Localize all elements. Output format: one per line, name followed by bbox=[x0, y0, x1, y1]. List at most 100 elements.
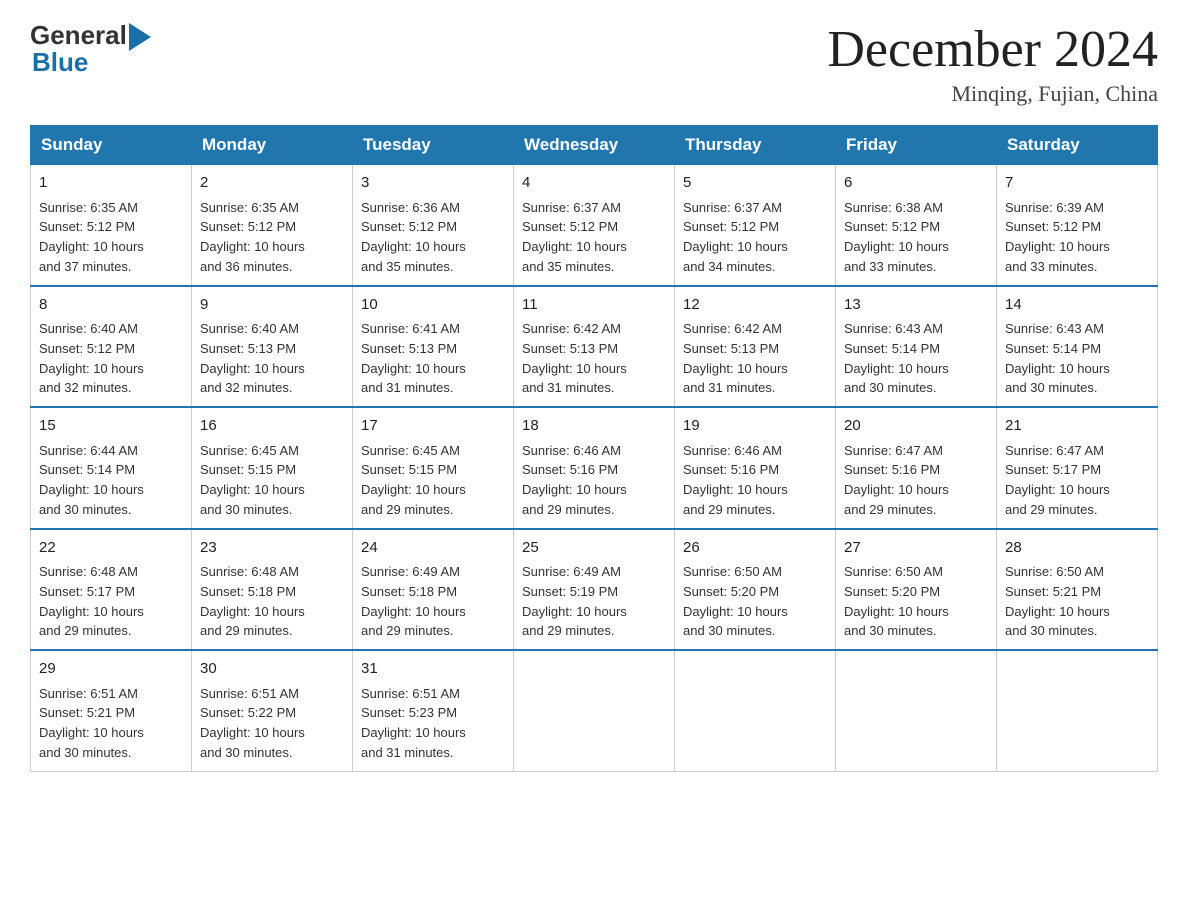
table-row: 13Sunrise: 6:43 AMSunset: 5:14 PMDayligh… bbox=[836, 286, 997, 408]
day-number: 13 bbox=[844, 294, 988, 317]
day-info: Sunrise: 6:49 AMSunset: 5:18 PMDaylight:… bbox=[361, 562, 505, 641]
day-number: 1 bbox=[39, 172, 183, 195]
table-row: 15Sunrise: 6:44 AMSunset: 5:14 PMDayligh… bbox=[31, 407, 192, 529]
day-info: Sunrise: 6:46 AMSunset: 5:16 PMDaylight:… bbox=[522, 441, 666, 520]
day-info: Sunrise: 6:39 AMSunset: 5:12 PMDaylight:… bbox=[1005, 198, 1149, 277]
day-number: 7 bbox=[1005, 172, 1149, 195]
table-row: 22Sunrise: 6:48 AMSunset: 5:17 PMDayligh… bbox=[31, 529, 192, 651]
day-info: Sunrise: 6:36 AMSunset: 5:12 PMDaylight:… bbox=[361, 198, 505, 277]
calendar-week-row: 29Sunrise: 6:51 AMSunset: 5:21 PMDayligh… bbox=[31, 650, 1158, 771]
table-row: 26Sunrise: 6:50 AMSunset: 5:20 PMDayligh… bbox=[675, 529, 836, 651]
day-info: Sunrise: 6:44 AMSunset: 5:14 PMDaylight:… bbox=[39, 441, 183, 520]
table-row: 21 Sunrise: 6:47 AMSunset: 5:17 PMDayligh… bbox=[997, 407, 1158, 529]
day-number: 26 bbox=[683, 537, 827, 560]
calendar-week-row: 1 Sunrise: 6:35 AMSunset: 5:12 PMDaylight… bbox=[31, 164, 1158, 286]
day-number: 21 bbox=[1005, 415, 1149, 438]
table-row: 29Sunrise: 6:51 AMSunset: 5:21 PMDayligh… bbox=[31, 650, 192, 771]
day-number: 27 bbox=[844, 537, 988, 560]
day-number: 8 bbox=[39, 294, 183, 317]
day-info: Sunrise: 6:35 AMSunset: 5:12 PMDaylight:… bbox=[200, 198, 344, 277]
col-saturday: Saturday bbox=[997, 126, 1158, 165]
day-number: 28 bbox=[1005, 537, 1149, 560]
day-info: Sunrise: 6:48 AMSunset: 5:17 PMDaylight:… bbox=[39, 562, 183, 641]
day-info: Sunrise: 6:43 AMSunset: 5:14 PMDaylight:… bbox=[844, 319, 988, 398]
calendar-week-row: 22Sunrise: 6:48 AMSunset: 5:17 PMDayligh… bbox=[31, 529, 1158, 651]
table-row: 10Sunrise: 6:41 AMSunset: 5:13 PMDayligh… bbox=[353, 286, 514, 408]
day-number: 18 bbox=[522, 415, 666, 438]
table-row: 27Sunrise: 6:50 AMSunset: 5:20 PMDayligh… bbox=[836, 529, 997, 651]
day-number: 12 bbox=[683, 294, 827, 317]
day-number: 20 bbox=[844, 415, 988, 438]
table-row: 30Sunrise: 6:51 AMSunset: 5:22 PMDayligh… bbox=[192, 650, 353, 771]
day-info: Sunrise: 6:35 AMSunset: 5:12 PMDaylight:… bbox=[39, 198, 183, 277]
table-row bbox=[997, 650, 1158, 771]
table-row bbox=[514, 650, 675, 771]
day-info: Sunrise: 6:45 AMSunset: 5:15 PMDaylight:… bbox=[361, 441, 505, 520]
table-row: 8Sunrise: 6:40 AMSunset: 5:12 PMDaylight… bbox=[31, 286, 192, 408]
col-sunday: Sunday bbox=[31, 126, 192, 165]
table-row: 6 Sunrise: 6:38 AMSunset: 5:12 PMDaylight… bbox=[836, 164, 997, 286]
col-friday: Friday bbox=[836, 126, 997, 165]
location-subtitle: Minqing, Fujian, China bbox=[827, 81, 1158, 107]
day-number: 2 bbox=[200, 172, 344, 195]
table-row: 3 Sunrise: 6:36 AMSunset: 5:12 PMDaylight… bbox=[353, 164, 514, 286]
table-row bbox=[836, 650, 997, 771]
table-row: 19 Sunrise: 6:46 AMSunset: 5:16 PMDayligh… bbox=[675, 407, 836, 529]
col-tuesday: Tuesday bbox=[353, 126, 514, 165]
calendar-table: Sunday Monday Tuesday Wednesday Thursday… bbox=[30, 125, 1158, 772]
day-number: 9 bbox=[200, 294, 344, 317]
logo-triangle-icon bbox=[129, 23, 151, 51]
day-number: 4 bbox=[522, 172, 666, 195]
day-info: Sunrise: 6:43 AMSunset: 5:14 PMDaylight:… bbox=[1005, 319, 1149, 398]
day-info: Sunrise: 6:37 AMSunset: 5:12 PMDaylight:… bbox=[683, 198, 827, 277]
day-number: 16 bbox=[200, 415, 344, 438]
day-info: Sunrise: 6:50 AMSunset: 5:20 PMDaylight:… bbox=[683, 562, 827, 641]
table-row: 4 Sunrise: 6:37 AMSunset: 5:12 PMDaylight… bbox=[514, 164, 675, 286]
day-info: Sunrise: 6:38 AMSunset: 5:12 PMDaylight:… bbox=[844, 198, 988, 277]
title-section: December 2024 Minqing, Fujian, China bbox=[827, 20, 1158, 107]
logo: General Blue bbox=[30, 20, 151, 78]
day-number: 3 bbox=[361, 172, 505, 195]
col-wednesday: Wednesday bbox=[514, 126, 675, 165]
day-number: 17 bbox=[361, 415, 505, 438]
table-row: 5Sunrise: 6:37 AMSunset: 5:12 PMDaylight… bbox=[675, 164, 836, 286]
month-title: December 2024 bbox=[827, 20, 1158, 79]
day-info: Sunrise: 6:48 AMSunset: 5:18 PMDaylight:… bbox=[200, 562, 344, 641]
table-row: 28Sunrise: 6:50 AMSunset: 5:21 PMDayligh… bbox=[997, 529, 1158, 651]
day-number: 24 bbox=[361, 537, 505, 560]
day-info: Sunrise: 6:51 AMSunset: 5:23 PMDaylight:… bbox=[361, 684, 505, 763]
table-row: 11Sunrise: 6:42 AMSunset: 5:13 PMDayligh… bbox=[514, 286, 675, 408]
day-number: 23 bbox=[200, 537, 344, 560]
day-info: Sunrise: 6:49 AMSunset: 5:19 PMDaylight:… bbox=[522, 562, 666, 641]
table-row: 24Sunrise: 6:49 AMSunset: 5:18 PMDayligh… bbox=[353, 529, 514, 651]
day-number: 25 bbox=[522, 537, 666, 560]
table-row: 14Sunrise: 6:43 AMSunset: 5:14 PMDayligh… bbox=[997, 286, 1158, 408]
day-info: Sunrise: 6:45 AMSunset: 5:15 PMDaylight:… bbox=[200, 441, 344, 520]
table-row: 2 Sunrise: 6:35 AMSunset: 5:12 PMDaylight… bbox=[192, 164, 353, 286]
table-row: 1 Sunrise: 6:35 AMSunset: 5:12 PMDaylight… bbox=[31, 164, 192, 286]
table-row: 31Sunrise: 6:51 AMSunset: 5:23 PMDayligh… bbox=[353, 650, 514, 771]
table-row: 25Sunrise: 6:49 AMSunset: 5:19 PMDayligh… bbox=[514, 529, 675, 651]
table-row: 23Sunrise: 6:48 AMSunset: 5:18 PMDayligh… bbox=[192, 529, 353, 651]
day-number: 19 bbox=[683, 415, 827, 438]
logo-blue-text: Blue bbox=[32, 47, 88, 78]
day-info: Sunrise: 6:47 AMSunset: 5:17 PMDaylight:… bbox=[1005, 441, 1149, 520]
day-info: Sunrise: 6:40 AMSunset: 5:13 PMDaylight:… bbox=[200, 319, 344, 398]
day-info: Sunrise: 6:50 AMSunset: 5:21 PMDaylight:… bbox=[1005, 562, 1149, 641]
calendar-header-row: Sunday Monday Tuesday Wednesday Thursday… bbox=[31, 126, 1158, 165]
day-number: 14 bbox=[1005, 294, 1149, 317]
day-info: Sunrise: 6:40 AMSunset: 5:12 PMDaylight:… bbox=[39, 319, 183, 398]
day-info: Sunrise: 6:42 AMSunset: 5:13 PMDaylight:… bbox=[683, 319, 827, 398]
day-info: Sunrise: 6:47 AMSunset: 5:16 PMDaylight:… bbox=[844, 441, 988, 520]
day-number: 10 bbox=[361, 294, 505, 317]
table-row: 7 Sunrise: 6:39 AMSunset: 5:12 PMDaylight… bbox=[997, 164, 1158, 286]
day-number: 22 bbox=[39, 537, 183, 560]
table-row: 12Sunrise: 6:42 AMSunset: 5:13 PMDayligh… bbox=[675, 286, 836, 408]
day-info: Sunrise: 6:41 AMSunset: 5:13 PMDaylight:… bbox=[361, 319, 505, 398]
day-info: Sunrise: 6:51 AMSunset: 5:21 PMDaylight:… bbox=[39, 684, 183, 763]
day-number: 6 bbox=[844, 172, 988, 195]
day-info: Sunrise: 6:46 AMSunset: 5:16 PMDaylight:… bbox=[683, 441, 827, 520]
day-info: Sunrise: 6:37 AMSunset: 5:12 PMDaylight:… bbox=[522, 198, 666, 277]
table-row: 20 Sunrise: 6:47 AMSunset: 5:16 PMDayligh… bbox=[836, 407, 997, 529]
page-header: General Blue December 2024 Minqing, Fuji… bbox=[30, 20, 1158, 107]
